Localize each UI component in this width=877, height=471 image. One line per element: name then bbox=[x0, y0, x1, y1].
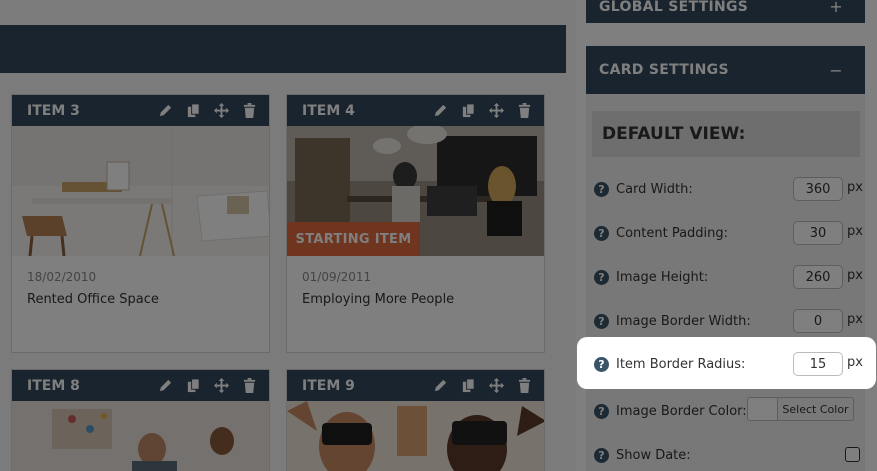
global-settings-toggle[interactable]: + bbox=[829, 0, 843, 16]
item-header: ITEM 4 bbox=[287, 95, 544, 126]
item-card[interactable]: ITEM 3 18/02/2010 Rented Office Space bbox=[11, 94, 270, 353]
move-icon[interactable] bbox=[489, 377, 504, 393]
item-name: Rented Office Space bbox=[27, 292, 159, 307]
setting-card-width: ? Card Width: px bbox=[594, 177, 866, 201]
item-title: ITEM 3 bbox=[27, 102, 80, 119]
move-icon[interactable] bbox=[214, 102, 229, 118]
unit-label: px bbox=[847, 268, 863, 283]
card-settings-collapse[interactable]: − bbox=[829, 61, 843, 80]
setting-label: Image Border Width: bbox=[616, 313, 751, 329]
item-card[interactable]: ITEM 8 bbox=[11, 369, 270, 471]
item-date: 01/09/2011 bbox=[302, 270, 372, 284]
unit-label: px bbox=[847, 224, 863, 239]
trash-icon[interactable] bbox=[242, 102, 257, 118]
unit-label: px bbox=[847, 355, 863, 370]
copy-icon[interactable] bbox=[461, 102, 476, 118]
pencil-icon[interactable] bbox=[433, 377, 448, 393]
card-settings-header[interactable]: CARD SETTINGS − bbox=[586, 46, 865, 94]
setting-image-height: ? Image Height: px bbox=[594, 265, 866, 289]
item-name: Employing More People bbox=[302, 292, 455, 307]
setting-label: Image Height: bbox=[616, 269, 709, 285]
help-icon[interactable]: ? bbox=[594, 269, 609, 285]
pencil-icon[interactable] bbox=[158, 377, 173, 393]
item-header: ITEM 3 bbox=[12, 95, 269, 126]
item-border-radius-input[interactable] bbox=[793, 352, 843, 376]
trash-icon[interactable] bbox=[517, 377, 532, 393]
trash-icon[interactable] bbox=[242, 377, 257, 393]
pencil-icon[interactable] bbox=[158, 102, 173, 118]
office-photo bbox=[12, 126, 269, 256]
item-toolbar bbox=[433, 102, 532, 118]
item-header: ITEM 8 bbox=[12, 370, 269, 401]
trash-icon[interactable] bbox=[517, 102, 532, 118]
help-icon[interactable]: ? bbox=[594, 313, 609, 329]
default-view-heading: DEFAULT VIEW: bbox=[592, 111, 860, 157]
card-width-input[interactable] bbox=[793, 177, 843, 201]
copy-icon[interactable] bbox=[186, 102, 201, 118]
help-icon[interactable]: ? bbox=[594, 225, 609, 241]
help-icon[interactable]: ? bbox=[594, 447, 609, 463]
image-border-width-input[interactable] bbox=[793, 309, 843, 333]
card-settings-title: CARD SETTINGS bbox=[599, 62, 729, 78]
setting-label: Show Date: bbox=[616, 447, 691, 463]
setting-content-padding: ? Content Padding: px bbox=[594, 221, 866, 245]
setting-image-border-color: ? Image Border Color: Select Color bbox=[594, 397, 866, 423]
help-icon[interactable]: ? bbox=[594, 356, 609, 372]
team-office-photo: STARTING ITEM bbox=[287, 126, 544, 256]
item-title: ITEM 8 bbox=[27, 377, 80, 394]
image-height-input[interactable] bbox=[793, 265, 843, 289]
setting-label: Image Border Color: bbox=[616, 403, 747, 419]
item-toolbar bbox=[158, 102, 257, 118]
content-padding-input[interactable] bbox=[793, 221, 843, 245]
vr-headsets-photo bbox=[287, 401, 544, 471]
setting-image-border-width: ? Image Border Width: px bbox=[594, 309, 866, 333]
setting-item-border-radius: ? Item Border Radius: px bbox=[594, 352, 866, 376]
item-date: 18/02/2010 bbox=[27, 270, 97, 284]
item-card[interactable]: ITEM 9 bbox=[286, 369, 545, 471]
item-title: ITEM 9 bbox=[302, 377, 355, 394]
item-card[interactable]: ITEM 4 STARTING ITEM 01/09/2011 Employin… bbox=[286, 94, 545, 353]
global-settings-title: GLOBAL SETTINGS bbox=[599, 0, 749, 15]
copy-icon[interactable] bbox=[186, 377, 201, 393]
item-title: ITEM 4 bbox=[302, 102, 355, 119]
unit-label: px bbox=[847, 180, 863, 195]
move-icon[interactable] bbox=[489, 102, 504, 118]
item-toolbar bbox=[158, 377, 257, 393]
meeting-photo bbox=[12, 401, 269, 471]
select-color-button[interactable]: Select Color bbox=[777, 397, 854, 421]
item-header: ITEM 9 bbox=[287, 370, 544, 401]
copy-icon[interactable] bbox=[461, 377, 476, 393]
color-swatch[interactable] bbox=[747, 397, 777, 421]
item-toolbar bbox=[433, 377, 532, 393]
top-toolbar bbox=[0, 25, 566, 73]
move-icon[interactable] bbox=[214, 377, 229, 393]
show-date-checkbox[interactable] bbox=[845, 447, 860, 462]
starting-item-badge: STARTING ITEM bbox=[287, 222, 420, 256]
setting-show-date: ? Show Date: bbox=[594, 443, 866, 467]
pencil-icon[interactable] bbox=[433, 102, 448, 118]
global-settings-header[interactable]: GLOBAL SETTINGS + bbox=[586, 0, 865, 23]
setting-label: Item Border Radius: bbox=[616, 356, 746, 372]
unit-label: px bbox=[847, 312, 863, 327]
help-icon[interactable]: ? bbox=[594, 403, 609, 419]
setting-label: Content Padding: bbox=[616, 225, 729, 241]
setting-label: Card Width: bbox=[616, 181, 693, 197]
help-icon[interactable]: ? bbox=[594, 181, 609, 197]
